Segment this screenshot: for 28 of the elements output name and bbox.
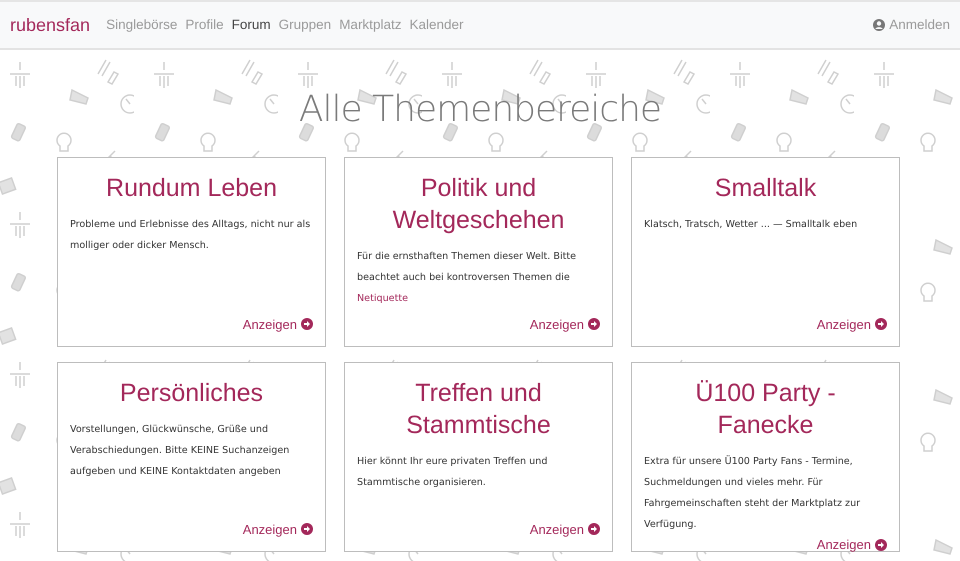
- forum-description: Probleme und Erlebnisse des Alltags, nicht nur als molliger oder dicker Mensch.: [70, 218, 312, 254]
- arrow-circle-icon: [301, 318, 313, 330]
- arrow-circle-icon: [588, 318, 600, 330]
- forum-description: Vorstellungen, Glückwünsche, Grüße und Verabschiedungen. Bitte KEINE Suchanzeigen aufgeben und KEINE Kontaktdaten angeben: [70, 423, 290, 480]
- show-link[interactable]: Anzeigen: [816, 535, 887, 555]
- forum-description: Klatsch, Tratsch, Wetter ... — Smalltalk eben: [644, 218, 858, 232]
- forum-title: Treffen und Stammtische: [405, 378, 552, 442]
- forum-description: Für die ernsthaften Themen dieser Welt. Bitte beachtet auch bei kontroversen Themen die Netiquette: [357, 250, 578, 306]
- page-heading: Alle Themenbereiche: [298, 88, 662, 132]
- nav-link[interactable]: Forum: [232, 14, 271, 36]
- brand-link[interactable]: rubensfan: [10, 12, 90, 38]
- forum-description: Extra für unsere Ü100 Party Fans - Termine, Suchmeldungen und vieles mehr. Für Fahrgemeinschaften steht der Marktplatz zur Verfügung.: [644, 454, 862, 532]
- user-icon: [873, 19, 886, 31]
- forum-title: Ü100 Party - Fanecke: [694, 378, 837, 442]
- forum-title: Persönliches: [118, 378, 264, 410]
- forum-description: Hier könnt Ihr eure privaten Treffen und Stammtische organisieren.: [357, 455, 548, 490]
- arrow-circle-icon: [301, 523, 313, 536]
- show-link[interactable]: Anzeigen: [816, 314, 887, 334]
- show-link[interactable]: Anzeigen: [530, 520, 600, 540]
- forum-title: Rundum Leben: [105, 173, 278, 204]
- arrow-circle-icon: [588, 523, 600, 536]
- forum-title: Smalltalk: [714, 173, 818, 204]
- show-link[interactable]: Anzeigen: [530, 314, 600, 334]
- netiquette-link[interactable]: Netiquette: [357, 293, 408, 304]
- show-link[interactable]: Anzeigen: [242, 314, 313, 334]
- forum-title: Politik und Weltgeschehen: [392, 173, 566, 236]
- arrow-circle-icon: [875, 318, 887, 330]
- show-link[interactable]: Anzeigen: [242, 520, 313, 540]
